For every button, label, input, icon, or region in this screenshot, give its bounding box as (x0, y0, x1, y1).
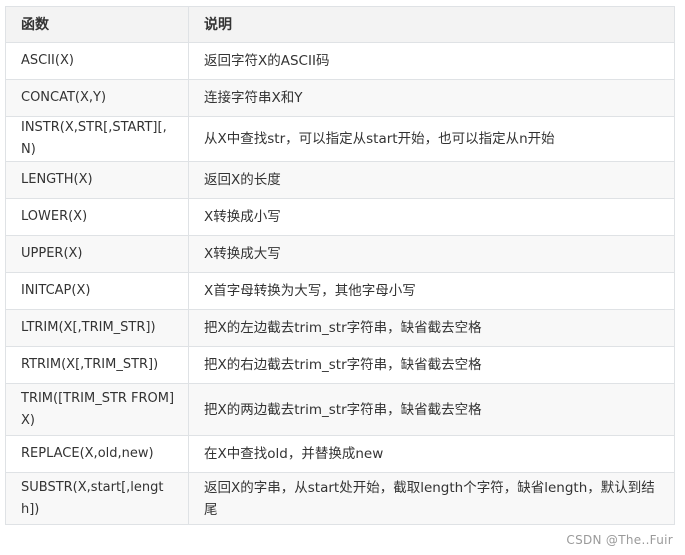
function-cell: TRIM([TRIM_STR FROM]X) (5, 383, 189, 436)
function-cell: ASCII(X) (5, 42, 189, 80)
table-row: CONCAT(X,Y) 连接字符串X和Y (5, 79, 675, 117)
function-cell: LOWER(X) (5, 198, 189, 236)
function-cell: RTRIM(X[,TRIM_STR]) (5, 346, 189, 384)
description-cell: 在X中查找old，并替换成new (188, 435, 675, 473)
table-row: LENGTH(X) 返回X的长度 (5, 161, 675, 199)
description-cell: 返回X的长度 (188, 161, 675, 199)
function-cell: INITCAP(X) (5, 272, 189, 310)
table-row: TRIM([TRIM_STR FROM]X) 把X的两边截去trim_str字符… (5, 383, 675, 436)
description-cell: X首字母转换为大写，其他字母小写 (188, 272, 675, 310)
function-cell: LTRIM(X[,TRIM_STR]) (5, 309, 189, 347)
header-description: 说明 (188, 6, 675, 43)
header-function: 函数 (5, 6, 189, 43)
description-cell: X转换成大写 (188, 235, 675, 273)
description-cell: 把X的两边截去trim_str字符串，缺省截去空格 (188, 383, 675, 436)
description-cell: 返回X的字串，从start处开始，截取length个字符，缺省length，默认… (188, 472, 675, 525)
function-cell: CONCAT(X,Y) (5, 79, 189, 117)
function-cell: UPPER(X) (5, 235, 189, 273)
csdn-watermark: CSDN @The..Fuir (566, 533, 673, 547)
table-row: SUBSTR(X,start[,length]) 返回X的字串，从start处开… (5, 472, 675, 525)
description-cell: 从X中查找str，可以指定从start开始，也可以指定从n开始 (188, 116, 675, 162)
function-table-container: 函数 说明 ASCII(X) 返回字符X的ASCII码 CONCAT(X,Y) … (5, 6, 675, 525)
table-row: LOWER(X) X转换成小写 (5, 198, 675, 236)
function-cell: LENGTH(X) (5, 161, 189, 199)
table-row: INSTR(X,STR[,START][,N) 从X中查找str，可以指定从st… (5, 116, 675, 162)
function-cell: INSTR(X,STR[,START][,N) (5, 116, 189, 162)
table-row: UPPER(X) X转换成大写 (5, 235, 675, 273)
description-cell: 连接字符串X和Y (188, 79, 675, 117)
table-row: INITCAP(X) X首字母转换为大写，其他字母小写 (5, 272, 675, 310)
table-row: RTRIM(X[,TRIM_STR]) 把X的右边截去trim_str字符串，缺… (5, 346, 675, 384)
description-cell: 把X的右边截去trim_str字符串，缺省截去空格 (188, 346, 675, 384)
description-cell: X转换成小写 (188, 198, 675, 236)
description-cell: 返回字符X的ASCII码 (188, 42, 675, 80)
table-row: ASCII(X) 返回字符X的ASCII码 (5, 42, 675, 80)
table-row: LTRIM(X[,TRIM_STR]) 把X的左边截去trim_str字符串，缺… (5, 309, 675, 347)
string-function-table: 函数 说明 ASCII(X) 返回字符X的ASCII码 CONCAT(X,Y) … (5, 6, 675, 525)
function-cell: REPLACE(X,old,new) (5, 435, 189, 473)
function-cell: SUBSTR(X,start[,length]) (5, 472, 189, 525)
table-header-row: 函数 说明 (5, 6, 675, 43)
description-cell: 把X的左边截去trim_str字符串，缺省截去空格 (188, 309, 675, 347)
table-row: REPLACE(X,old,new) 在X中查找old，并替换成new (5, 435, 675, 473)
